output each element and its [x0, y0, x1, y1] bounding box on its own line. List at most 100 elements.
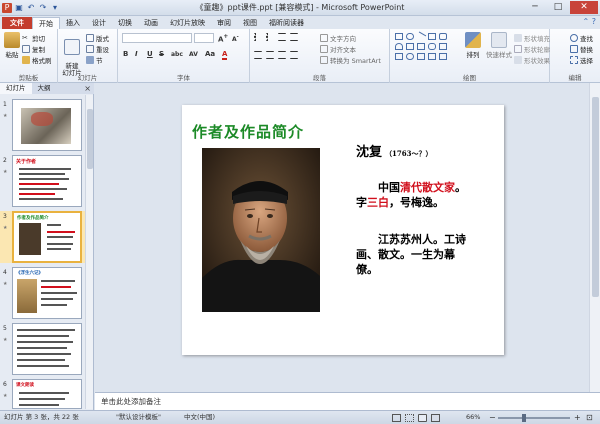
tab-view[interactable]: 视图 — [237, 17, 263, 29]
zoom-slider-knob[interactable] — [522, 414, 526, 422]
shape-circle-icon[interactable] — [406, 53, 414, 60]
author-portrait-image[interactable] — [202, 148, 320, 312]
slide-thumbnail-2[interactable]: 2 ★ 关于作者 — [0, 155, 88, 207]
tab-outline-pane[interactable]: 大纲 — [32, 83, 57, 94]
shape-triangle-icon[interactable] — [406, 43, 414, 50]
minimize-button[interactable]: ─ — [524, 1, 546, 14]
theme-name[interactable]: "默认设计模板" — [116, 411, 161, 424]
slide-sorter-icon[interactable] — [405, 414, 414, 422]
slide-thumbnail-3[interactable]: 3 ★ 作者及作品简介 — [0, 211, 88, 263]
strikethrough-button[interactable]: S — [159, 50, 164, 58]
copy-button[interactable]: 复制 — [22, 44, 45, 54]
tab-slides-pane[interactable]: 幻灯片 — [0, 83, 32, 94]
convert-smartart-button[interactable]: 转换为 SmartArt — [320, 55, 381, 65]
shape-flowchart-icon[interactable] — [428, 53, 436, 60]
justify-button[interactable] — [290, 51, 298, 59]
find-button[interactable]: 查找 — [570, 33, 593, 43]
shape-arrow-icon[interactable] — [428, 33, 436, 40]
author-name[interactable]: 沈复 （1763～？） — [356, 141, 433, 160]
underline-button[interactable]: U — [147, 50, 153, 58]
align-right-button[interactable] — [278, 51, 286, 59]
slides-pane-scrollbar[interactable] — [85, 95, 93, 409]
author-description-para2[interactable]: 江苏苏州人。工诗画、散文。一生为幕僚。 — [356, 232, 476, 277]
language-indicator[interactable]: 中文(中国) — [184, 411, 215, 424]
tab-home[interactable]: 开始 — [32, 17, 60, 29]
shape-brace-icon[interactable] — [428, 43, 436, 50]
format-painter-button[interactable]: 格式刷 — [22, 55, 52, 65]
text-direction-button[interactable]: 文字方向 — [320, 33, 356, 43]
increase-indent-button[interactable] — [290, 33, 298, 41]
cut-button[interactable]: ✂ 剪切 — [22, 33, 45, 43]
slide-thumbnail-1[interactable]: 1 ★ — [0, 99, 88, 151]
maximize-button[interactable]: □ — [547, 1, 569, 14]
close-pane-icon[interactable]: × — [84, 83, 91, 94]
notes-pane[interactable]: 单击此处添加备注 — [95, 392, 600, 410]
select-button[interactable]: 选择 — [570, 55, 593, 65]
fit-to-window-icon[interactable]: ⊡ — [586, 411, 593, 424]
shape-arc-icon[interactable] — [395, 43, 403, 50]
reading-view-icon[interactable] — [418, 414, 427, 422]
shape-callout-icon[interactable] — [417, 43, 425, 50]
tab-animations[interactable]: 动画 — [138, 17, 164, 29]
scrollbar-thumb[interactable] — [592, 97, 599, 297]
align-text-button[interactable]: 对齐文本 — [320, 44, 356, 54]
align-left-button[interactable] — [254, 51, 262, 59]
slide-thumbnail-5[interactable]: 5 ★ — [0, 323, 88, 375]
shape-rounded-rect-icon[interactable] — [439, 33, 447, 40]
shape-effects-button[interactable]: 形状效果 — [514, 55, 550, 65]
bold-button[interactable]: B — [123, 50, 128, 58]
numbering-button[interactable] — [266, 33, 274, 41]
tab-transitions[interactable]: 切换 — [112, 17, 138, 29]
layout-button[interactable]: 版式 — [86, 33, 109, 43]
shrink-font-button[interactable]: A- — [232, 34, 239, 43]
tab-slideshow[interactable]: 幻灯片放映 — [164, 17, 211, 29]
shape-text-box-icon[interactable] — [395, 53, 403, 60]
align-center-button[interactable] — [266, 51, 274, 59]
shape-more-icon[interactable] — [439, 53, 447, 60]
replace-button[interactable]: 替换 — [570, 44, 593, 54]
zoom-in-icon[interactable]: + — [574, 411, 581, 424]
decrease-indent-button[interactable] — [278, 33, 286, 41]
italic-button[interactable]: I — [135, 50, 138, 58]
font-color-button[interactable]: A — [222, 50, 228, 60]
tab-design[interactable]: 设计 — [86, 17, 112, 29]
shape-star-icon[interactable] — [439, 43, 447, 50]
tab-file[interactable]: 文件 — [2, 17, 32, 29]
slide-editor-scrollbar[interactable] — [589, 83, 600, 392]
shape-outline-button[interactable]: 形状轮廓 — [514, 44, 550, 54]
shape-rectangle-icon[interactable] — [395, 33, 403, 40]
grow-font-button[interactable]: A+ — [218, 34, 228, 43]
font-size-dropdown[interactable] — [194, 33, 214, 43]
slideshow-view-icon[interactable] — [431, 414, 440, 422]
bullets-button[interactable] — [254, 33, 262, 41]
slide-thumbnail-4[interactable]: 4 ★ 《浮生六记》 — [0, 267, 88, 319]
tab-review[interactable]: 审阅 — [211, 17, 237, 29]
zoom-level[interactable]: 66% — [466, 411, 480, 424]
shadow-button[interactable]: abc — [171, 51, 183, 58]
zoom-slider[interactable] — [498, 417, 570, 419]
tab-insert[interactable]: 插入 — [60, 17, 86, 29]
zoom-out-icon[interactable]: − — [489, 411, 496, 424]
arrange-button[interactable]: 排列 — [462, 32, 484, 59]
font-family-dropdown[interactable] — [122, 33, 192, 43]
change-case-button[interactable]: Aa — [205, 50, 215, 58]
slide-title[interactable]: 作者及作品简介 — [192, 121, 304, 142]
close-button[interactable]: ✕ — [570, 1, 598, 14]
ribbon-collapse-icon[interactable]: ⌃ ? — [583, 17, 597, 26]
shape-fill-button[interactable]: 形状填充 — [514, 33, 550, 43]
normal-view-icon[interactable] — [392, 414, 401, 422]
tab-foxit[interactable]: 福昕阅读器 — [263, 17, 310, 29]
author-description-para1[interactable]: 中国清代散文家。字三白，号梅逸。 — [356, 180, 476, 210]
shape-oval-icon[interactable] — [406, 33, 414, 40]
paste-button[interactable]: 粘贴 — [3, 32, 21, 59]
slide-thumbnail-6[interactable]: 6 ★ 课文朗读 — [0, 379, 88, 409]
current-slide[interactable]: 作者及作品简介 沈复 （1763～？） 中国清代散文家。字三白，号梅逸。 江苏苏… — [182, 105, 504, 355]
quick-styles-button[interactable]: 快速样式 — [486, 32, 512, 59]
new-slide-button[interactable]: 新建 幻灯片 — [61, 32, 83, 77]
scrollbar-thumb[interactable] — [87, 109, 93, 169]
section-button[interactable]: 节 — [86, 55, 103, 65]
shape-line-icon[interactable] — [415, 31, 427, 42]
shape-block-arrow-icon[interactable] — [417, 53, 425, 60]
character-spacing-button[interactable]: AV — [189, 51, 198, 58]
reset-button[interactable]: 重设 — [86, 44, 109, 54]
